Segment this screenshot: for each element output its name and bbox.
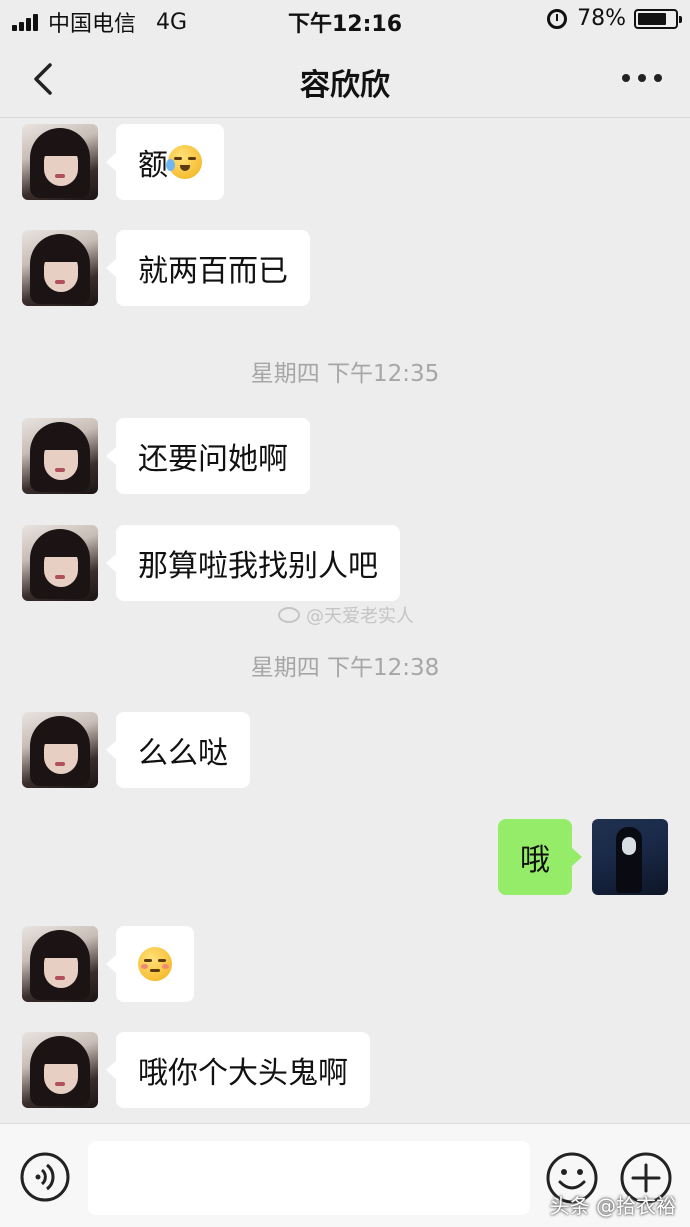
incoming-message-bubble[interactable] — [106, 926, 194, 1002]
timestamp: 星期四 下午12:35 — [250, 361, 440, 387]
message-row: 额 — [0, 124, 690, 200]
message-text: 就两百而已 — [138, 254, 288, 289]
message-row: 就两百而已 — [0, 230, 690, 306]
contact-avatar[interactable] — [22, 230, 98, 306]
incoming-message-bubble[interactable]: 还要问她啊 — [106, 418, 310, 494]
contact-avatar[interactable] — [22, 525, 98, 601]
message-list: 额 就两百而已 星期四 下午12:35 还要问她啊 那算啦我找别人吧 @天爱老实… — [0, 118, 690, 1123]
crying-laughing-face-emoji-icon — [166, 145, 202, 179]
status-right: 78% — [547, 6, 682, 31]
contact-avatar[interactable] — [22, 418, 98, 494]
watermark-text: @天爱老实人 — [306, 606, 414, 627]
message-row: 哦 — [0, 819, 690, 895]
message-input[interactable] — [88, 1141, 530, 1215]
input-bar: 头条 @拾衣裕 — [0, 1123, 690, 1227]
nav-bar: 容欣欣 — [0, 40, 690, 118]
message-text: 哦你个大头鬼啊 — [138, 1056, 348, 1091]
voice-input-icon[interactable] — [20, 1152, 70, 1202]
message-row: 么么哒 — [0, 712, 690, 788]
contact-avatar[interactable] — [22, 124, 98, 200]
message-text: 哦 — [520, 843, 550, 878]
battery-percent: 78% — [577, 6, 626, 31]
weibo-icon — [278, 607, 300, 623]
battery-icon — [634, 8, 682, 29]
incoming-message-bubble[interactable]: 么么哒 — [106, 712, 250, 788]
contact-avatar[interactable] — [22, 1032, 98, 1108]
outgoing-message-bubble[interactable]: 哦 — [498, 819, 582, 895]
alarm-icon — [547, 8, 568, 29]
chat-title: 容欣欣 — [300, 68, 390, 103]
contact-avatar[interactable] — [22, 926, 98, 1002]
status-bar: 中国电信 4G 下午12:16 78% — [0, 0, 690, 40]
message-row: 那算啦我找别人吧 — [0, 525, 690, 601]
timestamp: 星期四 下午12:38 — [250, 655, 440, 681]
message-row: 哦你个大头鬼啊 — [0, 1032, 690, 1108]
message-text: 么么哒 — [138, 736, 228, 771]
battery-fill — [638, 12, 667, 25]
incoming-message-bubble[interactable]: 额 — [106, 124, 224, 200]
incoming-message-bubble[interactable]: 哦你个大头鬼啊 — [106, 1032, 370, 1108]
message-text: 还要问她啊 — [138, 442, 288, 477]
message-row — [0, 926, 690, 1002]
message-row: 还要问她啊 — [0, 418, 690, 494]
contact-avatar[interactable] — [22, 712, 98, 788]
weibo-watermark: @天爱老实人 — [278, 602, 414, 628]
blushing-face-emoji-icon — [138, 947, 172, 981]
footer-watermark: 头条 @拾衣裕 — [549, 1194, 676, 1218]
incoming-message-bubble[interactable]: 那算啦我找别人吧 — [106, 525, 400, 601]
incoming-message-bubble[interactable]: 就两百而已 — [106, 230, 310, 306]
message-text: 那算啦我找别人吧 — [138, 549, 378, 584]
message-text: 额 — [138, 148, 168, 183]
more-options-icon[interactable] — [622, 68, 662, 88]
my-avatar[interactable] — [592, 819, 668, 895]
chat-screen: 中国电信 4G 下午12:16 78% 容欣欣 额 就两百而已 星期四 下午12… — [0, 0, 690, 1227]
